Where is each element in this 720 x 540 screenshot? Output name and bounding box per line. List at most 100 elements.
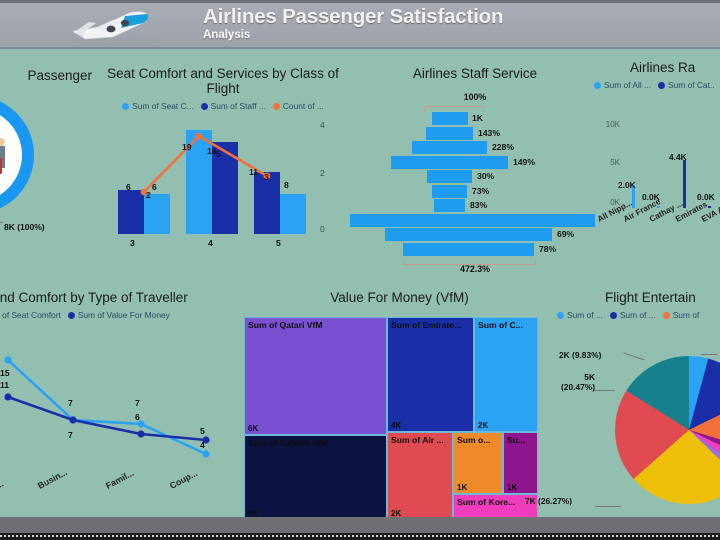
bar-value-label: 5 [216, 149, 221, 159]
funnel-value: 69% [557, 229, 575, 239]
panel-seat-comfort[interactable]: Seat Comfort and Services by Class of Fl… [98, 66, 348, 266]
point-label: 8 [284, 180, 289, 190]
panel-flight-entertainment[interactable]: Flight Entertain Sum of ... Sum of ... S… [525, 290, 720, 520]
panel-airlines-rating[interactable]: Airlines Ra Sum of All ... Sum of Cat.. … [588, 60, 720, 270]
point-label: 6 [135, 412, 140, 422]
legend-label: Sum of ... [619, 310, 656, 320]
treemap-tile[interactable]: Sum of Air ... 2K [387, 432, 453, 520]
y-tick: 2 [320, 168, 325, 178]
legend-item-2[interactable]: Sum of ... [609, 310, 656, 320]
legend-dot-icon [609, 311, 617, 319]
panel-staff-service[interactable]: Airlines Staff Service 100% 1K 143% 228%… [350, 66, 600, 286]
treemap-tile-label: Sum of Air ... [391, 435, 444, 445]
treemap-tile[interactable]: Su... 1K [503, 432, 538, 494]
seat-comfort-y-axis: 4 2 0 [320, 120, 342, 236]
seat-comfort-plot: 6 6 19 16 11 8 2 5 3 [108, 124, 318, 234]
funnel-value: 1K [472, 113, 483, 123]
funnel-row[interactable]: 1K [350, 112, 600, 125]
legend-item-value-for-money[interactable]: Sum of Value For Money [67, 310, 170, 320]
funnel-row[interactable]: 143% [350, 126, 600, 140]
treemap-tile-value: 6K [248, 424, 259, 433]
treemap-tile[interactable]: Sum of Qatari VfM 6K [244, 317, 387, 435]
legend-label: Sum of All ... [604, 80, 652, 90]
funnel-value: 143% [478, 127, 500, 138]
pie-callout-label: 2K (9.83%) [559, 350, 602, 360]
funnel-row[interactable]: 83% [350, 199, 600, 212]
treemap-tile-label: Sum of Turkish VfM [248, 438, 329, 448]
treemap-title: Value For Money (VfM) [330, 290, 469, 305]
panel-passenger-donut[interactable]: Passenger 8K (100%) [0, 60, 98, 260]
point-label: 7 [135, 398, 140, 408]
x-tick: 5 [276, 238, 281, 248]
funnel-top-label: 100% [463, 92, 487, 102]
funnel-row[interactable]: 69% [350, 228, 600, 241]
bottom-dotted-strip [0, 533, 720, 540]
treemap-tile-label: Sum of C... [478, 320, 523, 330]
funnel-row[interactable]: 228% [350, 141, 600, 154]
point-label: 11 [249, 167, 259, 177]
point-label: 6 [126, 182, 131, 192]
funnel-row[interactable]: 73% [350, 184, 600, 198]
legend-label: Count of ... [282, 101, 324, 111]
rating-bar[interactable] [683, 160, 686, 208]
pie-title: Flight Entertain [605, 290, 696, 305]
treemap-tile[interactable]: Sum o... 1K [453, 432, 503, 494]
rating-value-label: 2.0K [618, 180, 636, 190]
airplane-icon [55, 5, 175, 47]
pie-leader-line [595, 506, 621, 507]
legend-item-seat-comfort[interactable]: of Seat Comfort [0, 310, 61, 320]
donut-ring[interactable] [0, 96, 34, 214]
legend-item-cat[interactable]: Sum of Cat.. [658, 80, 715, 90]
airlines-rating-title: Airlines Ra [630, 60, 696, 75]
pie-leader-line [593, 390, 615, 391]
legend-item-3[interactable]: Sum of [662, 310, 700, 320]
panel-treemap-vfm[interactable]: Value For Money (VfM) Sum of Qatari VfM … [242, 290, 557, 520]
legend-dot-icon [67, 311, 75, 319]
x-tick: 4 [208, 238, 213, 248]
pie-callout-label: 5K (20.47%) [561, 372, 595, 392]
legend-item-1[interactable]: Sum of ... [557, 310, 603, 320]
legend-item-staff-service[interactable]: Sum of Staff ... [200, 101, 266, 111]
x-tick: 3 [130, 238, 135, 248]
point-label: 5 [200, 426, 205, 436]
airlines-rating-plot: 2.0K 0.0K 4.4K 0.0K 5.9K 2.0K [618, 122, 720, 208]
legend-label: Sum of Value For Money [77, 310, 170, 320]
donut-callout-leader [0, 212, 3, 223]
legend-dot-icon [557, 311, 564, 319]
legend-dot-icon [658, 81, 666, 89]
treemap-tile-label: Sum of Emirate... [391, 320, 462, 330]
pie-leader-line [623, 352, 645, 361]
panel-value-comfort-line[interactable]: ey and Comfort by Type of Traveller of S… [0, 290, 226, 520]
line-value-for-money [7, 395, 207, 442]
treemap-tile-label: Su... [507, 435, 526, 445]
treemap-tile-value: 1K [457, 483, 468, 492]
point-label: 6 [152, 182, 157, 192]
treemap-tile[interactable]: Sum of Turkish VfM 4K [244, 435, 387, 520]
value-comfort-plot: 15 11 7 7 7 6 5 4 [0, 342, 218, 472]
funnel-row[interactable]: 149% [350, 155, 600, 169]
y-tick: 4 [320, 120, 325, 130]
pie-chart[interactable] [615, 356, 720, 504]
point-label: 19 [182, 142, 192, 152]
y-tick: 0 [320, 224, 325, 234]
passenger-group-photo [0, 132, 16, 178]
x-tick: ... [0, 478, 6, 491]
legend-label: Sum of [672, 310, 700, 320]
funnel-value: 149% [513, 156, 535, 167]
dashboard-header: Airlines Passenger Satisfaction Analysis [0, 3, 720, 49]
legend-item-all[interactable]: Sum of All ... [594, 80, 651, 90]
funnel-value: 83% [470, 200, 488, 210]
legend-dot-icon [662, 311, 670, 319]
treemap-tile[interactable]: Sum of Emirate... 4K [387, 317, 474, 432]
funnel-row[interactable]: 78% [350, 242, 600, 256]
funnel-row[interactable] [350, 213, 600, 227]
legend-item-count[interactable]: Count of ... [272, 101, 324, 111]
treemap-tile[interactable]: Sum of C... 2K [474, 317, 538, 432]
staff-service-title: Airlines Staff Service [412, 66, 538, 81]
page-title: Airlines Passenger Satisfaction [203, 5, 504, 28]
count-line-series [140, 132, 271, 196]
legend-item-seat-comfort[interactable]: Sum of Seat C... [122, 101, 194, 111]
legend-label: Sum of Cat.. [668, 80, 715, 90]
value-comfort-legend: of Seat Comfort Sum of Value For Money [0, 310, 226, 320]
funnel-row[interactable]: 30% [350, 170, 600, 183]
